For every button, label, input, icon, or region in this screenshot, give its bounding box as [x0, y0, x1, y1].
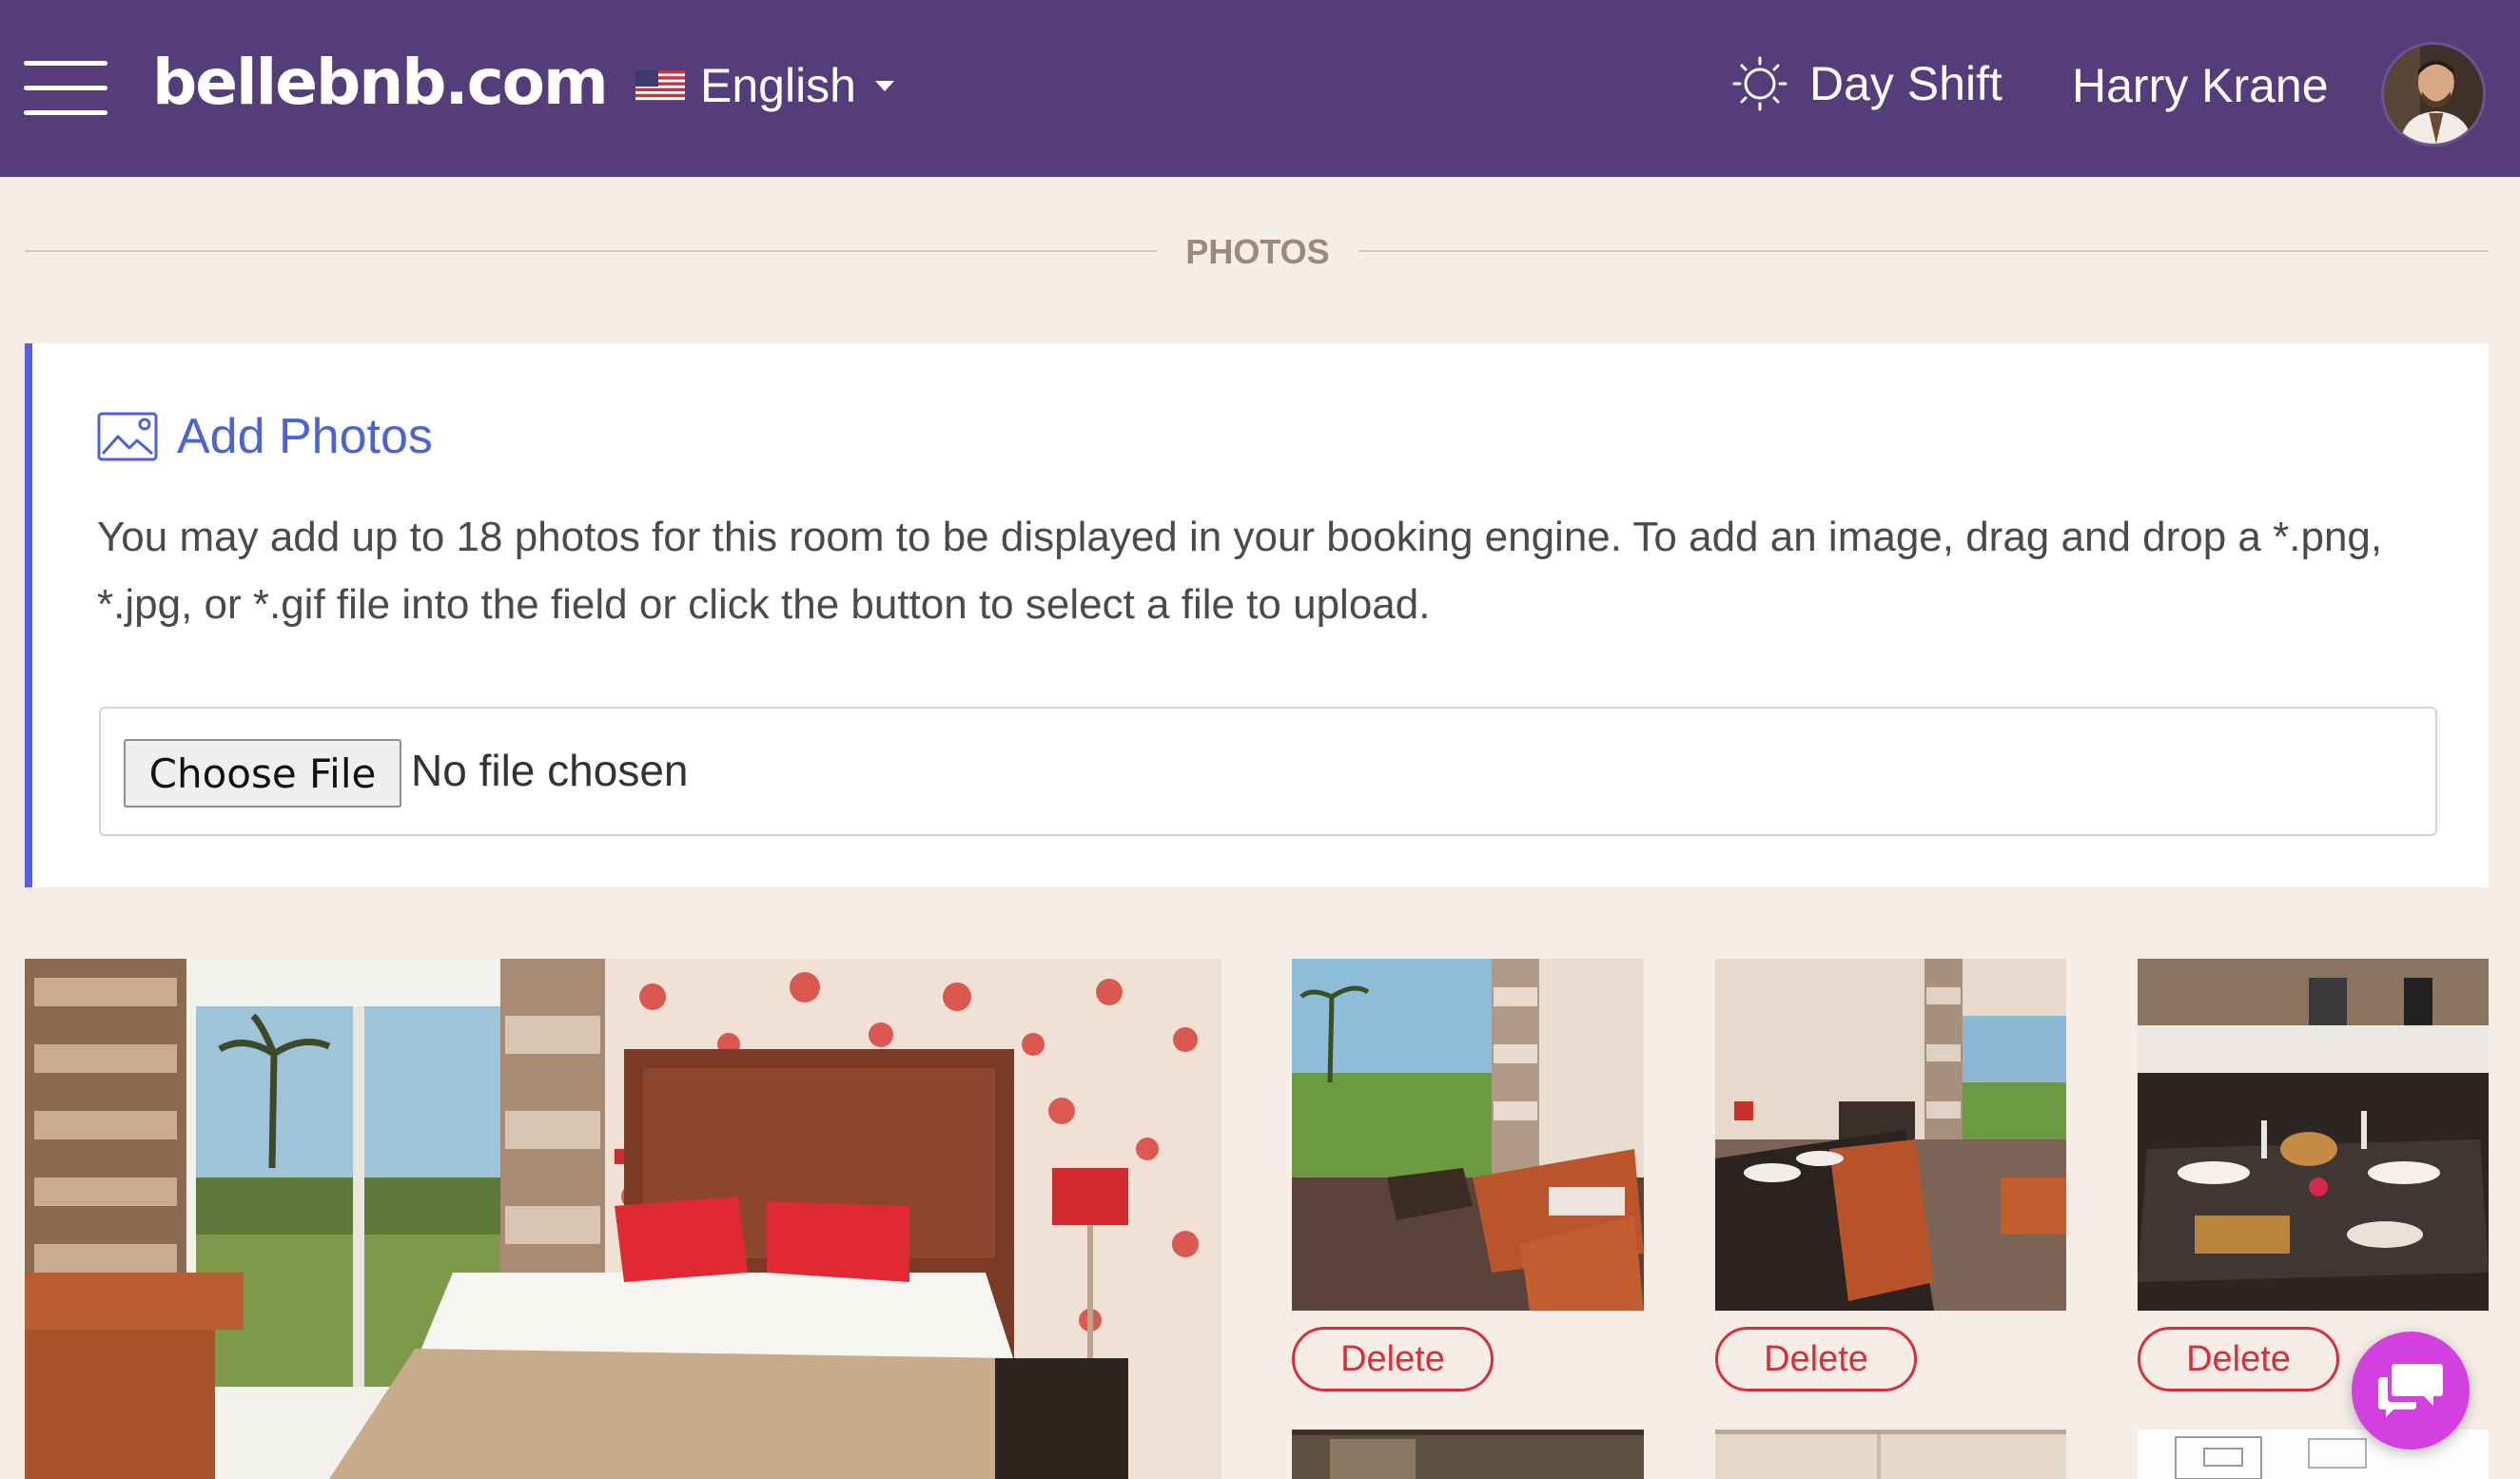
- menu-icon[interactable]: [24, 61, 107, 116]
- room-photo-thumbnail[interactable]: [1292, 1430, 1644, 1479]
- living-room-photo: [1292, 959, 1644, 1311]
- add-photos-card: Add Photos You may add up to 18 photos f…: [25, 343, 2489, 887]
- brand-logo[interactable]: bellebnb.com: [152, 46, 609, 119]
- file-dropzone[interactable]: Choose File No file chosen: [99, 707, 2437, 836]
- delete-photo-button[interactable]: Delete: [1715, 1327, 1917, 1391]
- chat-button[interactable]: [2352, 1332, 2470, 1450]
- shift-label: Day Shift: [1809, 57, 2002, 110]
- sun-icon: [1732, 56, 1787, 111]
- language-label: English: [700, 59, 856, 112]
- divider: [1358, 250, 2489, 252]
- choose-file-button[interactable]: Choose File: [124, 739, 401, 808]
- shift-selector[interactable]: Day Shift: [1731, 53, 2002, 114]
- bedroom-photo: [25, 959, 1221, 1479]
- add-photos-title: Add Photos: [177, 409, 433, 464]
- us-flag-icon: [635, 70, 685, 101]
- room-photo-thumbnail[interactable]: [1292, 959, 1644, 1311]
- delete-photo-button[interactable]: Delete: [2138, 1327, 2339, 1391]
- section-title: PHOTOS: [1185, 232, 1330, 271]
- kitchen-table-photo: [2138, 959, 2489, 1311]
- bathroom-photo: [1292, 1430, 1644, 1479]
- room-photo-thumbnail[interactable]: [1715, 959, 2066, 1311]
- add-photos-description: You may add up to 18 photos for this roo…: [97, 514, 2383, 628]
- delete-photo-button[interactable]: Delete: [1292, 1327, 1494, 1391]
- dining-room-photo: [1715, 959, 2066, 1311]
- language-selector[interactable]: English: [635, 55, 894, 116]
- file-status: No file chosen: [411, 746, 689, 795]
- chat-bubbles-icon: [2378, 1364, 2443, 1417]
- top-navbar: bellebnb.com English Day Shift Harry Kra: [0, 0, 2520, 177]
- chevron-down-icon: [875, 80, 894, 91]
- image-icon: [97, 412, 158, 461]
- room-photo-thumbnail[interactable]: [2138, 959, 2489, 1311]
- user-name[interactable]: Harry Krane: [2072, 55, 2329, 116]
- wardrobe-photo: [1715, 1430, 2066, 1479]
- avatar[interactable]: [2381, 42, 2486, 146]
- room-photo-main[interactable]: [25, 959, 1221, 1479]
- photos-section-header: PHOTOS: [25, 226, 2489, 280]
- add-photos-heading: Add Photos: [97, 408, 433, 465]
- room-photo-thumbnail[interactable]: [1715, 1430, 2066, 1479]
- divider: [25, 250, 1157, 252]
